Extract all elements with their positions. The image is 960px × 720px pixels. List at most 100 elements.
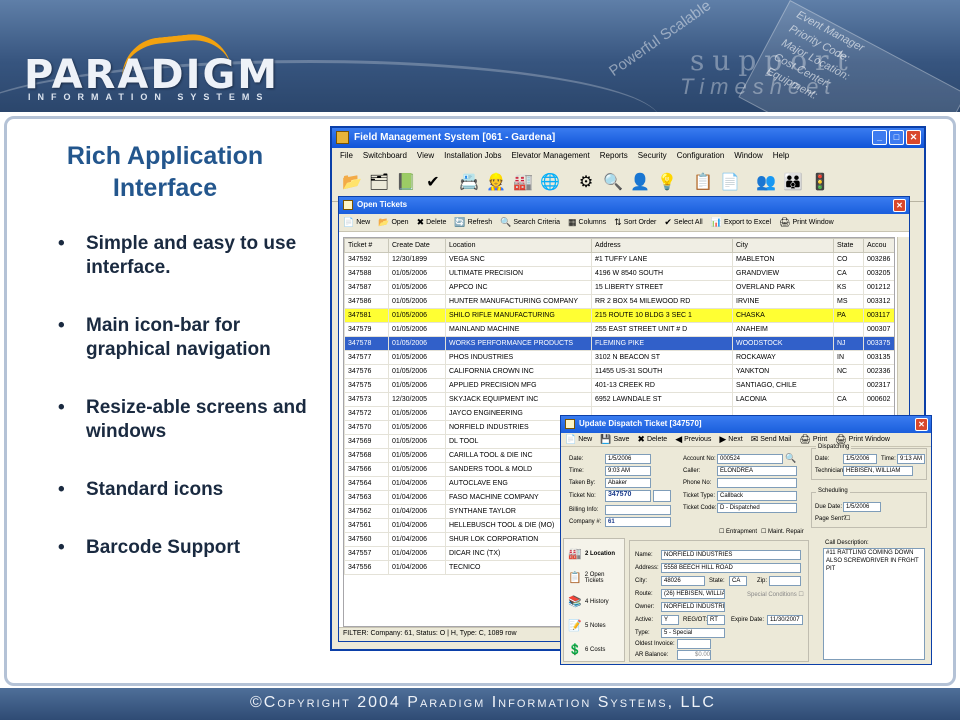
folders-icon[interactable]: 🗂 bbox=[367, 171, 391, 195]
side-nav-item[interactable]: 📚 4 History bbox=[568, 589, 624, 615]
column-header[interactable]: State bbox=[833, 238, 864, 253]
column-header[interactable]: Address bbox=[591, 238, 733, 253]
billing-field[interactable] bbox=[605, 505, 671, 515]
address-field[interactable]: 5558 BEECH HILL ROAD bbox=[661, 563, 801, 573]
column-header[interactable]: Accou bbox=[863, 238, 894, 253]
search-icon[interactable]: 🔍 bbox=[785, 453, 796, 464]
next-button[interactable]: ▶ Next bbox=[719, 434, 742, 445]
export-to-excel-button[interactable]: 📊 Export to Excel bbox=[711, 217, 771, 228]
print-window-button[interactable]: 🖨 Print Window bbox=[779, 217, 834, 228]
side-nav-item[interactable]: 📋 2 Open Tickets bbox=[568, 565, 624, 591]
menu-item[interactable]: Help bbox=[773, 151, 789, 164]
menu-item[interactable]: Window bbox=[734, 151, 762, 164]
maximize-button[interactable]: □ bbox=[889, 130, 904, 145]
open-tickets-titlebar[interactable]: Open Tickets ✕ bbox=[339, 197, 909, 214]
delete-button[interactable]: ✖ Delete bbox=[417, 217, 447, 228]
new-button[interactable]: 📄 New bbox=[343, 217, 370, 228]
id-card-icon[interactable]: 📇 bbox=[457, 171, 481, 195]
sort-order-button[interactable]: ⇅ Sort Order bbox=[614, 217, 656, 228]
column-header[interactable]: Ticket # bbox=[344, 238, 389, 253]
active-field[interactable]: Y bbox=[661, 615, 679, 625]
column-header[interactable]: City bbox=[732, 238, 834, 253]
ticket-no-field[interactable]: 347570 bbox=[605, 490, 651, 502]
ticket-type-select[interactable]: Callback bbox=[717, 491, 797, 501]
traffic-light-icon[interactable]: 🚦 bbox=[808, 171, 832, 195]
ticket-barcode-field[interactable] bbox=[653, 490, 671, 502]
page-sent-checkbox[interactable]: ☐ bbox=[845, 515, 850, 522]
select-all-button[interactable]: ✔ Select All bbox=[664, 217, 702, 228]
new-button[interactable]: 📄 New bbox=[565, 434, 592, 445]
worker-icon[interactable]: 👷 bbox=[484, 171, 508, 195]
close-button[interactable]: ✕ bbox=[906, 130, 921, 145]
ar-balance-field[interactable]: $0.00 bbox=[677, 650, 711, 660]
clipboard-icon[interactable]: 📋 bbox=[691, 171, 715, 195]
minimize-button[interactable]: _ bbox=[872, 130, 887, 145]
refresh-button[interactable]: 🔄 Refresh bbox=[454, 217, 492, 228]
account-field[interactable]: 000524 bbox=[717, 454, 783, 464]
group-icon[interactable]: 👪 bbox=[781, 171, 805, 195]
gear-icon[interactable]: ⚙ bbox=[574, 171, 598, 195]
search-criteria-button[interactable]: 🔍 Search Criteria bbox=[500, 217, 560, 228]
person-icon[interactable]: 👤 bbox=[628, 171, 652, 195]
table-row[interactable]: 347587 01/05/2006 APPCO INC 15 LIBERTY STRE… bbox=[344, 280, 894, 295]
table-row[interactable]: 347575 01/05/2006 APPLIED PRECISION MFG 401… bbox=[344, 378, 894, 393]
city-field[interactable]: 48026 bbox=[661, 576, 705, 586]
menu-item[interactable]: File bbox=[340, 151, 353, 164]
state-field[interactable]: CA bbox=[729, 576, 747, 586]
table-row[interactable]: 347592 12/30/1899 VEGA SNC #1 TUFFY LANE MAB… bbox=[344, 252, 894, 267]
delete-button[interactable]: ✖ Delete bbox=[637, 434, 667, 445]
call-description-field[interactable]: #11 RATTLING COMING DOWN ALSO SCREWDRIVE… bbox=[823, 548, 925, 660]
column-header[interactable]: Location bbox=[445, 238, 592, 253]
route-field[interactable]: (26) HEBISEN, WILLIAM bbox=[661, 589, 725, 599]
taken-by-field[interactable]: Abaker bbox=[605, 478, 651, 488]
maint-repair-checkbox[interactable]: ☐ Maint. Repair bbox=[761, 528, 804, 535]
entrapment-checkbox[interactable]: ☐ Entrapment bbox=[719, 528, 757, 535]
side-nav-item[interactable]: 💲 6 Costs bbox=[568, 637, 624, 663]
document-icon[interactable]: 📄 bbox=[718, 171, 742, 195]
menu-item[interactable]: Elevator Management bbox=[512, 151, 590, 164]
globe-icon[interactable]: 🌐 bbox=[538, 171, 562, 195]
menu-item[interactable]: Installation Jobs bbox=[444, 151, 501, 164]
check-icon[interactable]: ✔ bbox=[421, 171, 445, 195]
dispatch-titlebar[interactable]: Update Dispatch Ticket [347570] ✕ bbox=[561, 416, 931, 433]
menu-item[interactable]: Switchboard bbox=[363, 151, 407, 164]
lightbulb-icon[interactable]: 💡 bbox=[655, 171, 679, 195]
menu-item[interactable]: Reports bbox=[600, 151, 628, 164]
table-row[interactable]: 347588 01/05/2006 ULTIMATE PRECISION 4196 W… bbox=[344, 266, 894, 281]
search-icon[interactable]: 🔍 bbox=[601, 171, 625, 195]
owner-field[interactable]: NORFIELD INDUSTRIES bbox=[661, 602, 725, 612]
save-button[interactable]: 💾 Save bbox=[600, 434, 629, 445]
due-date-field[interactable]: 1/5/2006 bbox=[843, 502, 881, 512]
close-button[interactable]: ✕ bbox=[893, 199, 906, 212]
date-field[interactable]: 1/5/2006 bbox=[605, 454, 651, 464]
app-titlebar[interactable]: Field Management System [061 - Gardena] … bbox=[332, 128, 924, 148]
close-button[interactable]: ✕ bbox=[915, 418, 928, 431]
menu-item[interactable]: Security bbox=[638, 151, 667, 164]
open-button[interactable]: 📂 Open bbox=[378, 217, 408, 228]
dispatch-date-field[interactable]: 1/5/2006 bbox=[843, 454, 877, 464]
open-folder-icon[interactable]: 📂 bbox=[340, 171, 364, 195]
factory-icon[interactable]: 🏭 bbox=[511, 171, 535, 195]
type-field[interactable]: 5 - Special bbox=[661, 628, 725, 638]
table-row[interactable]: 347586 01/05/2006 HUNTER MANUFACTURING COM… bbox=[344, 294, 894, 309]
phone-field[interactable] bbox=[717, 478, 797, 488]
menu-item[interactable]: Configuration bbox=[677, 151, 725, 164]
name-field[interactable]: NORFIELD INDUSTRIES bbox=[661, 550, 801, 560]
special-conditions-checkbox[interactable]: Special Conditions ☐ bbox=[747, 591, 804, 598]
table-row[interactable]: 347581 01/05/2006 SHILO RIFLE MANUFACTURIN… bbox=[344, 308, 894, 323]
side-nav-item[interactable]: 🏭 2 Location bbox=[568, 541, 624, 567]
table-row[interactable]: 347578 01/05/2006 WORKS PERFORMANCE PRODUC… bbox=[344, 336, 894, 351]
oldest-invoice-field[interactable] bbox=[677, 639, 711, 649]
zip-field[interactable] bbox=[769, 576, 801, 586]
technician-field[interactable]: HEBISEN, WILLIAM bbox=[843, 466, 913, 476]
ticket-code-select[interactable]: D - Dispatched bbox=[717, 503, 797, 513]
send-mail-button[interactable]: ✉ Send Mail bbox=[751, 434, 792, 445]
column-header[interactable]: Create Date bbox=[388, 238, 446, 253]
table-row[interactable]: 347577 01/05/2006 PHOS INDUSTRIES 3102 N BE… bbox=[344, 350, 894, 365]
expire-date-field[interactable]: 11/30/2007 bbox=[767, 615, 803, 625]
table-row[interactable]: 347573 12/30/2005 SKYJACK EQUIPMENT INC 695… bbox=[344, 392, 894, 407]
book-icon[interactable]: 📗 bbox=[394, 171, 418, 195]
table-row[interactable]: 347576 01/05/2006 CALIFORNIA CROWN INC 1145… bbox=[344, 364, 894, 379]
table-row[interactable]: 347579 01/05/2006 MAINLAND MACHINE 255 EAST… bbox=[344, 322, 894, 337]
company-field[interactable]: 61 bbox=[605, 517, 671, 527]
